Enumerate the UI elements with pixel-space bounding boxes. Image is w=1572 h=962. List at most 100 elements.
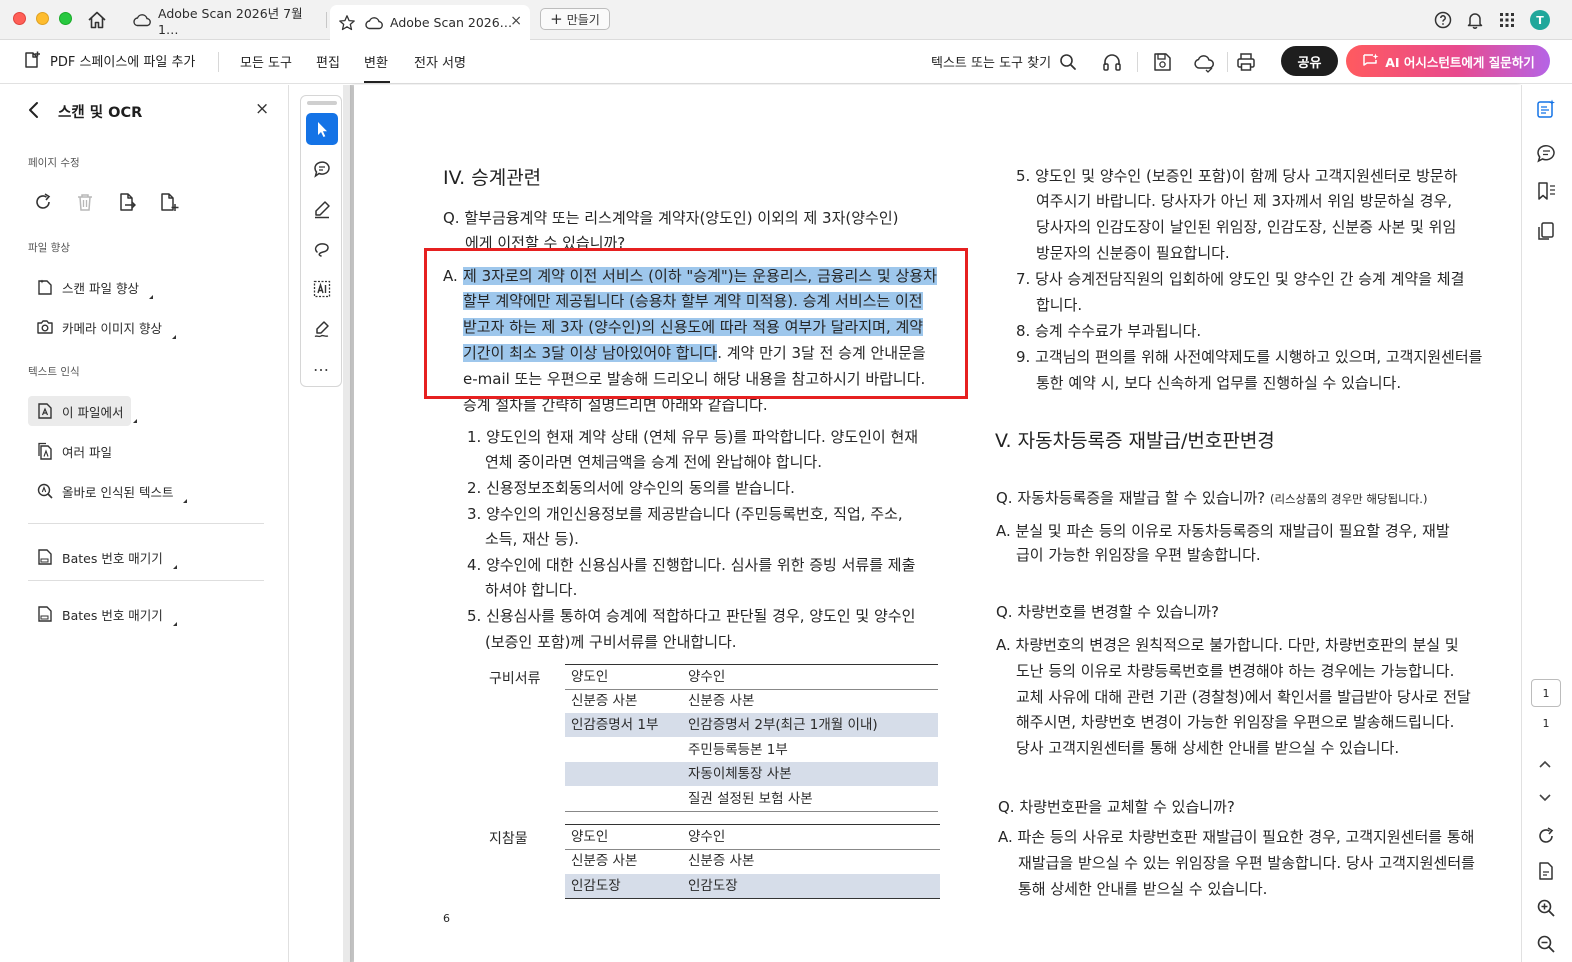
table-cell: 인감도장 xyxy=(688,878,738,894)
doc-step-line: 합니다. xyxy=(1036,296,1083,314)
menu-e-sign[interactable]: 전자 서명 xyxy=(414,52,466,71)
doc-question-line: Q. 자동차등록증을 재발급 할 수 있습니까? (리스상품의 경우만 해당됩니… xyxy=(996,486,1427,512)
close-panel-button[interactable]: × xyxy=(255,99,269,119)
table-cell: 자동이체통장 사본 xyxy=(688,766,792,782)
new-tab-label: 만들기 xyxy=(566,12,600,27)
notification-bell-icon[interactable] xyxy=(1465,10,1485,30)
doc-question: Q. 자동차등록증을 재발급 할 수 있습니까? xyxy=(996,489,1266,507)
refresh-rotate-icon[interactable] xyxy=(1535,825,1557,847)
next-page-chevron-down-icon[interactable] xyxy=(1537,791,1553,805)
more-tools-button[interactable]: … xyxy=(313,356,330,375)
help-icon[interactable] xyxy=(1433,10,1453,30)
select-tool-button[interactable] xyxy=(306,113,338,145)
enhance-scan-file-button[interactable]: 스캔 파일 향상 xyxy=(28,272,153,302)
table-cell: 주민등록등본 1부 xyxy=(688,742,788,758)
doc-step-line: (보증인 포함)께 구비서류를 안내합니다. xyxy=(485,633,737,651)
table-rule xyxy=(565,898,940,899)
extract-page-icon[interactable] xyxy=(116,191,138,213)
add-to-pdf-space-button[interactable]: PDF 스페이스에 파일 추가 xyxy=(22,50,195,70)
drag-handle[interactable] xyxy=(307,101,337,105)
close-tab-button[interactable]: × xyxy=(510,13,522,29)
zoom-out-icon[interactable] xyxy=(1535,933,1557,955)
print-icon[interactable] xyxy=(1235,51,1257,73)
doc-page-number: 6 xyxy=(443,912,450,925)
read-aloud-headphones-icon[interactable] xyxy=(1101,51,1123,73)
save-icon[interactable] xyxy=(1151,51,1173,73)
recognize-in-this-file-button[interactable]: 이 파일에서 xyxy=(28,396,138,426)
text-recognition-tool-button[interactable] xyxy=(306,273,338,305)
doc-answer-line: 당사 고객지원센터를 통해 상세한 안내를 받으실 수 있습니다. xyxy=(1016,739,1400,757)
cloud-sync-icon[interactable] xyxy=(1193,51,1215,73)
pen-icon xyxy=(315,201,330,219)
back-arrow-icon[interactable] xyxy=(26,101,42,119)
bates-numbering-button-2[interactable]: Bates 번호 매기기 xyxy=(28,599,177,629)
page-number-icon[interactable] xyxy=(1535,860,1557,882)
doc-step-line: 3. 양수인의 개인신용정보를 제공받습니다 (주민등록번호, 직업, 주소, xyxy=(467,505,903,523)
doc-step-line: 7. 당사 승계전담직원의 입회하에 양도인 및 양수인 간 승계 계약을 체결 xyxy=(1016,270,1465,288)
home-icon[interactable] xyxy=(86,9,108,31)
doc-question-line: Q. 차량번호를 변경할 수 있습니까? xyxy=(996,603,1220,621)
multiple-files-icon xyxy=(38,442,52,460)
zoom-in-icon[interactable] xyxy=(1535,897,1557,919)
table-cell: 질권 설정된 보험 사본 xyxy=(688,791,813,807)
search-text-icon xyxy=(37,483,53,499)
tab-document-2-active[interactable]: Adobe Scan 2026… × xyxy=(330,5,530,40)
table-cell: 신분증 사본 xyxy=(571,693,638,709)
doc-answer-line: A. 분실 및 파손 등의 이유로 자동차등록증의 재발급이 필요할 경우, 재… xyxy=(996,522,1450,540)
in-this-file-label: 이 파일에서 xyxy=(62,404,124,420)
submenu-corner-icon xyxy=(172,622,177,626)
ai-assistant-icon xyxy=(1363,53,1379,66)
doc-answer-line: 재발급을 받으실 수 있는 위임장을 우편 발송합니다. 당사 고객지원센터를 xyxy=(1018,854,1475,872)
sign-tool-button[interactable] xyxy=(306,313,338,345)
zoom-window-button[interactable] xyxy=(59,12,72,25)
share-button[interactable]: 공유 xyxy=(1281,46,1338,76)
correct-recognized-text-button[interactable]: 올바로 인식된 텍스트 xyxy=(28,476,188,506)
ai-summary-icon[interactable] xyxy=(1535,98,1557,120)
minimize-window-button[interactable] xyxy=(36,12,49,25)
doc-answer-line: 해주시면, 차량번호 변경이 가능한 위임장을 우편으로 발송해드립니다. xyxy=(1016,713,1455,731)
red-annotation-box xyxy=(424,248,968,399)
cloud-icon xyxy=(133,14,151,27)
highlight-pen-button[interactable] xyxy=(306,193,338,225)
apps-grid-icon[interactable] xyxy=(1497,10,1517,30)
user-avatar[interactable]: T xyxy=(1530,10,1550,30)
doc-step-line: 당사자의 인감도장이 날인된 위임장, 인감도장, 신분증 사본 및 위임 xyxy=(1036,218,1457,236)
rotate-icon[interactable] xyxy=(32,191,54,213)
freehand-draw-button[interactable] xyxy=(306,233,338,265)
tab-document-1[interactable]: Adobe Scan 2026년 7월 1… xyxy=(122,5,327,37)
insert-page-icon[interactable] xyxy=(158,191,180,213)
multiple-files-label: 여러 파일 xyxy=(62,444,112,460)
star-icon[interactable] xyxy=(338,14,356,32)
enhance-camera-label: 카메라 이미지 향상 xyxy=(62,320,162,336)
table-cell: 신분증 사본 xyxy=(688,853,755,869)
menu-edit[interactable]: 편집 xyxy=(316,52,340,71)
doc-step-line: 8. 승계 수수료가 부과됩니다. xyxy=(1016,322,1202,340)
doc-answer-line: 통해 상세한 안내를 받으실 수 있습니다. xyxy=(1018,880,1268,898)
delete-trash-icon[interactable] xyxy=(74,191,96,213)
section-text-recognition: 텍스트 인식 xyxy=(28,366,80,378)
add-comment-button[interactable] xyxy=(306,153,338,185)
doc-step-line: 방문자의 신분증이 필요합니다. xyxy=(1036,244,1230,262)
bookmarks-icon[interactable] xyxy=(1535,180,1557,202)
pages-thumbnails-icon[interactable] xyxy=(1535,220,1557,242)
doc-step-line: 5. 신용심사를 통하여 승계에 적합하다고 판단될 경우, 양도인 및 양수인 xyxy=(467,607,916,625)
ai-assistant-label: AI 어시스턴트에게 질문하기 xyxy=(1385,54,1535,70)
recognize-multiple-files-button[interactable]: 여러 파일 xyxy=(28,436,120,466)
bates-numbering-button-1[interactable]: Bates 번호 매기기 xyxy=(28,542,177,572)
table-rule xyxy=(565,824,940,825)
main-toolbar: PDF 스페이스에 파일 추가 모든 도구 편집 변환 전자 서명 텍스트 또는… xyxy=(0,40,1572,84)
previous-page-chevron-up-icon[interactable] xyxy=(1537,757,1553,771)
current-page-input[interactable]: 1 xyxy=(1531,679,1561,707)
new-tab-button[interactable]: + 만들기 xyxy=(540,8,610,30)
right-rail: 1 1 xyxy=(1521,85,1572,962)
table-cell: 양수인 xyxy=(688,669,726,685)
close-window-button[interactable] xyxy=(13,12,26,25)
doc-question-note: (리스상품의 경우만 해당됩니다.) xyxy=(1269,492,1428,506)
menu-convert[interactable]: 변환 xyxy=(364,52,388,71)
find-text-or-tool[interactable]: 텍스트 또는 도구 찾기 xyxy=(931,52,1077,71)
enhance-camera-image-button[interactable]: 카메라 이미지 향상 xyxy=(28,312,176,342)
table-cell: 인감증명서 2부(최근 1개월 이내) xyxy=(688,717,878,733)
comments-panel-icon[interactable] xyxy=(1535,142,1557,164)
menu-all-tools[interactable]: 모든 도구 xyxy=(240,52,292,71)
ai-assistant-button[interactable]: AI 어시스턴트에게 질문하기 xyxy=(1346,45,1550,77)
